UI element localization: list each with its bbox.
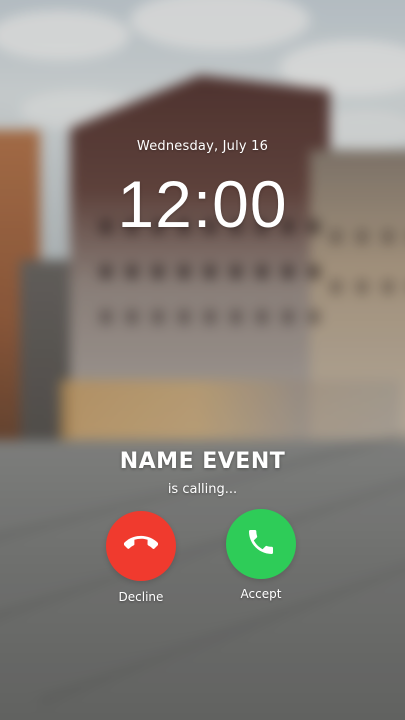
caller-name: NAME EVENT (119, 449, 286, 474)
decline-button[interactable] (106, 511, 176, 581)
incoming-call-screen: Wednesday, July 16 12:00 NAME EVENT is c… (0, 0, 405, 720)
accept-label: Accept (240, 587, 282, 601)
lock-screen-time: 12:00 (117, 167, 288, 241)
phone-hangup-icon (123, 527, 159, 565)
decline-label: Decline (118, 590, 164, 604)
phone-icon (245, 526, 277, 562)
accept-button[interactable] (226, 509, 296, 579)
lock-screen-date: Wednesday, July 16 (136, 139, 269, 154)
call-status: is calling... (167, 482, 238, 497)
